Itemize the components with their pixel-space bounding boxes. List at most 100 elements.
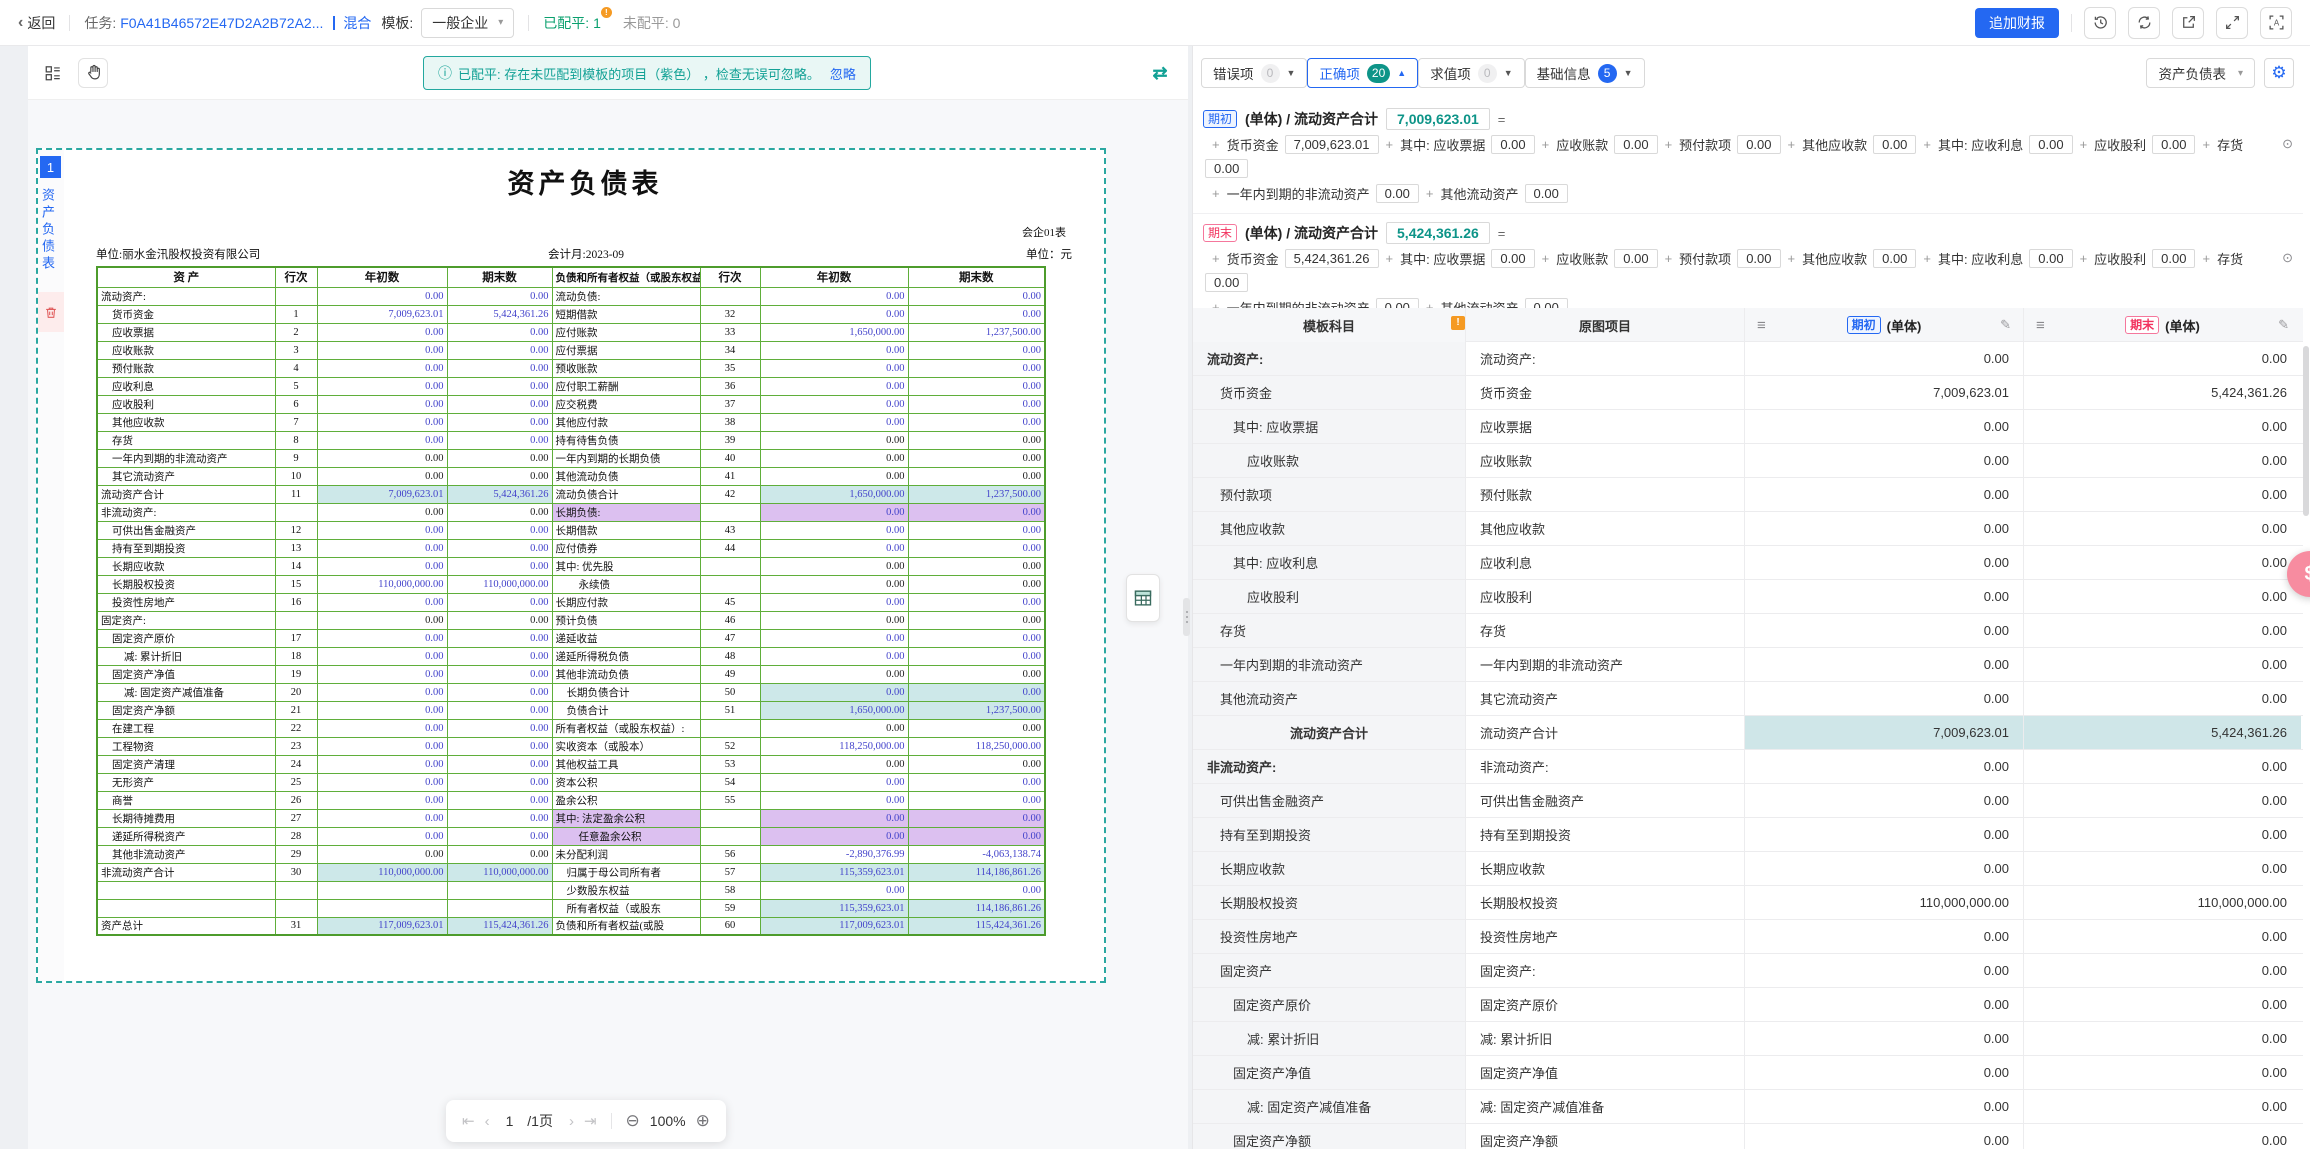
term-value[interactable]: 0.00 (1205, 159, 1248, 178)
period-begin-value-cell[interactable]: 0.00 (1745, 920, 2024, 953)
period-end-value-cell[interactable]: 5,424,361.26 (2024, 376, 2301, 409)
zoom-in-button[interactable]: ⊕ (696, 1111, 710, 1131)
template-subject-cell[interactable]: 固定资产原价 (1193, 988, 1466, 1021)
original-item-cell[interactable]: 应收利息 (1466, 546, 1745, 579)
rematch-button[interactable]: ⇄ (1146, 59, 1174, 87)
mapping-row[interactable]: 非流动资产:非流动资产:0.000.00 (1193, 750, 2303, 784)
term-value[interactable]: 0.00 (1376, 298, 1419, 309)
mapping-row[interactable]: 投资性房地产投资性房地产0.000.00 (1193, 920, 2303, 954)
template-subject-cell[interactable]: 预付款项 (1193, 478, 1466, 511)
original-item-cell[interactable]: 固定资产原价 (1466, 988, 1745, 1021)
period-end-value-cell[interactable]: 0.00 (2024, 648, 2301, 681)
original-item-cell[interactable]: 投资性房地产 (1466, 920, 1745, 953)
original-item-cell[interactable]: 应收股利 (1466, 580, 1745, 613)
edit-pencil-icon[interactable]: ✎ (2278, 317, 2289, 333)
term-value[interactable]: 0.00 (1737, 249, 1780, 268)
term-value[interactable]: 0.00 (2152, 135, 2195, 154)
term-value[interactable]: 0.00 (1737, 135, 1780, 154)
original-item-cell[interactable]: 固定资产: (1466, 954, 1745, 987)
period-end-value-cell[interactable]: 0.00 (2024, 512, 2301, 545)
original-item-cell[interactable]: 非流动资产: (1466, 750, 1745, 783)
mapping-row[interactable]: 货币资金货币资金7,009,623.015,424,361.26 (1193, 376, 2303, 410)
mapping-row[interactable]: 流动资产:流动资产:0.000.00 (1193, 342, 2303, 376)
original-item-cell[interactable]: 货币资金 (1466, 376, 1745, 409)
template-subject-cell[interactable]: 货币资金 (1193, 376, 1466, 409)
original-item-cell[interactable]: 长期股权投资 (1466, 886, 1745, 919)
mapping-row[interactable]: 长期应收款长期应收款0.000.00 (1193, 852, 2303, 886)
mapping-row[interactable]: 可供出售金融资产可供出售金融资产0.000.00 (1193, 784, 2303, 818)
period-end-value-cell[interactable]: 0.00 (2024, 750, 2301, 783)
mapping-row[interactable]: 流动资产合计流动资产合计7,009,623.015,424,361.26 (1193, 716, 2303, 750)
last-page-button[interactable]: ⇥ (584, 1112, 597, 1130)
open-external-button[interactable] (2172, 7, 2204, 39)
template-subject-cell[interactable]: 减: 累计折旧 (1193, 1022, 1466, 1055)
period-begin-value-cell[interactable]: 0.00 (1745, 988, 2024, 1021)
formula-total-value[interactable]: 7,009,623.01 (1386, 108, 1490, 130)
period-begin-value-cell[interactable]: 0.00 (1745, 682, 2024, 715)
tab-正确项[interactable]: 正确项20▲ (1307, 58, 1418, 88)
term-value[interactable]: 0.00 (1491, 249, 1534, 268)
term-value[interactable]: 0.00 (2152, 249, 2195, 268)
period-end-value-cell[interactable]: 0.00 (2024, 784, 2301, 817)
delete-sheet-button[interactable] (38, 292, 64, 332)
period-begin-value-cell[interactable]: 0.00 (1745, 1124, 2024, 1149)
term-value[interactable]: 0.00 (1376, 184, 1419, 203)
period-begin-value-cell[interactable]: 0.00 (1745, 546, 2024, 579)
period-end-value-cell[interactable]: 0.00 (2024, 682, 2301, 715)
template-subject-cell[interactable]: 流动资产合计 (1193, 716, 1466, 749)
history-button[interactable] (2084, 7, 2116, 39)
mapping-row[interactable]: 持有至到期投资持有至到期投资0.000.00 (1193, 818, 2303, 852)
mapping-row[interactable]: 固定资产净额固定资产净额0.000.00 (1193, 1124, 2303, 1149)
mapping-row[interactable]: 其他流动资产其它流动资产0.000.00 (1193, 682, 2303, 716)
period-end-value-cell[interactable]: 0.00 (2024, 478, 2301, 511)
prev-page-button[interactable]: ‹ (485, 1113, 490, 1130)
original-item-cell[interactable]: 减: 累计折旧 (1466, 1022, 1745, 1055)
term-value[interactable]: 0.00 (1205, 273, 1248, 292)
period-begin-value-cell[interactable]: 0.00 (1745, 784, 2024, 817)
period-end-value-cell[interactable]: 5,424,361.26 (2024, 716, 2301, 749)
template-subject-cell[interactable]: 固定资产 (1193, 954, 1466, 987)
period-end-value-cell[interactable]: 0.00 (2024, 614, 2301, 647)
mapping-row[interactable]: 一年内到期的非流动资产一年内到期的非流动资产0.000.00 (1193, 648, 2303, 682)
template-subject-cell[interactable]: 持有至到期投资 (1193, 818, 1466, 851)
period-end-value-cell[interactable]: 0.00 (2024, 852, 2301, 885)
mapping-row[interactable]: 固定资产原价固定资产原价0.000.00 (1193, 988, 2303, 1022)
pan-tool-button[interactable] (78, 58, 108, 88)
original-item-cell[interactable]: 其他应收款 (1466, 512, 1745, 545)
term-value[interactable]: 0.00 (1614, 249, 1657, 268)
period-begin-value-cell[interactable]: 0.00 (1745, 410, 2024, 443)
mapping-row[interactable]: 长期股权投资长期股权投资110,000,000.00110,000,000.00 (1193, 886, 2303, 920)
mapping-row[interactable]: 应收股利应收股利0.000.00 (1193, 580, 2303, 614)
original-item-cell[interactable]: 流动资产合计 (1466, 716, 1745, 749)
template-subject-cell[interactable]: 长期应收款 (1193, 852, 1466, 885)
period-end-value-cell[interactable]: 0.00 (2024, 580, 2301, 613)
template-subject-cell[interactable]: 投资性房地产 (1193, 920, 1466, 953)
original-item-cell[interactable]: 存货 (1466, 614, 1745, 647)
template-subject-cell[interactable]: 非流动资产: (1193, 750, 1466, 783)
selected-sheet-region[interactable]: 1 资产负债表 资产负债表 会企01表 单位:丽水金汛股权投资有限公司 会计月:… (36, 148, 1106, 983)
mapping-row[interactable]: 减: 固定资产减值准备减: 固定资产减值准备0.000.00 (1193, 1090, 2303, 1124)
period-begin-value-cell[interactable]: 0.00 (1745, 342, 2024, 375)
template-select[interactable]: 一般企业 ▾ (421, 8, 514, 38)
period-begin-value-cell[interactable]: 7,009,623.01 (1745, 716, 2024, 749)
period-end-value-cell[interactable]: 0.00 (2024, 1022, 2301, 1055)
template-subject-cell[interactable]: 流动资产: (1193, 342, 1466, 375)
period-end-value-cell[interactable]: 0.00 (2024, 988, 2301, 1021)
mapping-row[interactable]: 其他应收款其他应收款0.000.00 (1193, 512, 2303, 546)
mapping-row[interactable]: 减: 累计折旧减: 累计折旧0.000.00 (1193, 1022, 2303, 1056)
mapping-row[interactable]: 其中: 应收利息应收利息0.000.00 (1193, 546, 2303, 580)
period-end-value-cell[interactable]: 0.00 (2024, 546, 2301, 579)
period-begin-value-cell[interactable]: 110,000,000.00 (1745, 886, 2024, 919)
settings-button[interactable]: ⚙ (2264, 58, 2294, 88)
eye-icon[interactable]: ⊙ (2282, 136, 2293, 152)
sheet-type-select[interactable]: 资产负债表 ▾ (2146, 58, 2255, 88)
sheet-index-badge[interactable]: 1 (40, 156, 61, 178)
refresh-button[interactable] (2128, 7, 2160, 39)
period-end-value-cell[interactable]: 0.00 (2024, 920, 2301, 953)
edit-pencil-icon[interactable]: ✎ (2000, 317, 2011, 333)
original-item-cell[interactable]: 应收票据 (1466, 410, 1745, 443)
template-subject-cell[interactable]: 其他应收款 (1193, 512, 1466, 545)
original-item-cell[interactable]: 长期应收款 (1466, 852, 1745, 885)
term-value[interactable]: 7,009,623.01 (1285, 135, 1379, 154)
append-report-button[interactable]: 追加财报 (1975, 8, 2059, 38)
